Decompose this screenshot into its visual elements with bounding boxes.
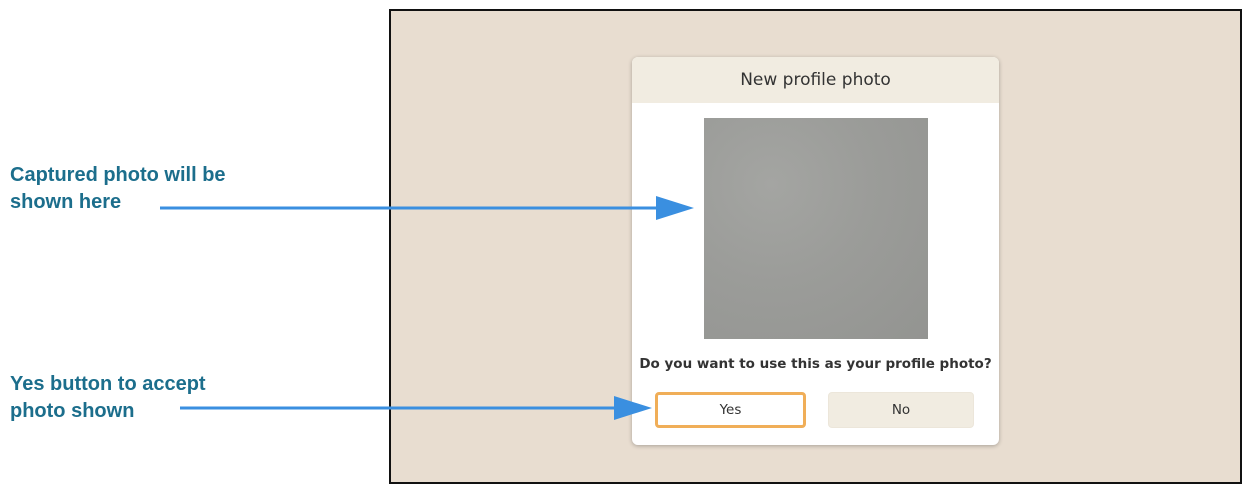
dialog-question: Do you want to use this as your profile …: [639, 356, 992, 372]
photo-callout-text: Captured photo will be shown here: [10, 162, 226, 216]
yes-button[interactable]: Yes: [655, 392, 806, 428]
dialog-title: New profile photo: [740, 70, 891, 90]
photo-callout-line-1: Captured photo will be: [10, 164, 226, 186]
no-button[interactable]: No: [828, 392, 974, 428]
no-button-label: No: [891, 402, 911, 418]
yes-callout-line-2: photo shown: [10, 400, 135, 422]
yes-button-label: Yes: [719, 402, 742, 418]
dialog-header: New profile photo: [632, 57, 999, 103]
photo-callout-line-2: shown here: [10, 191, 122, 213]
new-profile-photo-dialog: New profile photo Do you want to use thi…: [632, 57, 999, 445]
captured-photo-preview: [704, 118, 928, 339]
yes-callout-line-1: Yes button to accept: [10, 373, 206, 395]
yes-callout-text: Yes button to accept photo shown: [10, 371, 206, 425]
